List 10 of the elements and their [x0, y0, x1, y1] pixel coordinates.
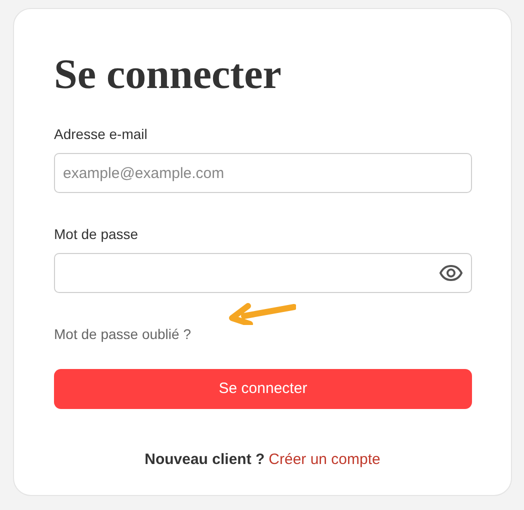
- field-label: Mot de passe: [54, 225, 138, 244]
- email-field[interactable]: example@example.com: [54, 153, 472, 193]
- footer-text: Nouveau client ?: [144, 450, 265, 470]
- create-account-link[interactable]: Créer un compte: [268, 449, 380, 472]
- login-button[interactable]: Se connecter: [54, 369, 472, 409]
- forgot-password-link[interactable]: Mot de passe oublié ?: [54, 324, 191, 345]
- password-field[interactable]: [54, 253, 472, 293]
- eye-icon[interactable]: [439, 265, 463, 281]
- field-label: Adresse e-mail: [54, 125, 148, 144]
- page-title: Se connecter: [54, 51, 282, 100]
